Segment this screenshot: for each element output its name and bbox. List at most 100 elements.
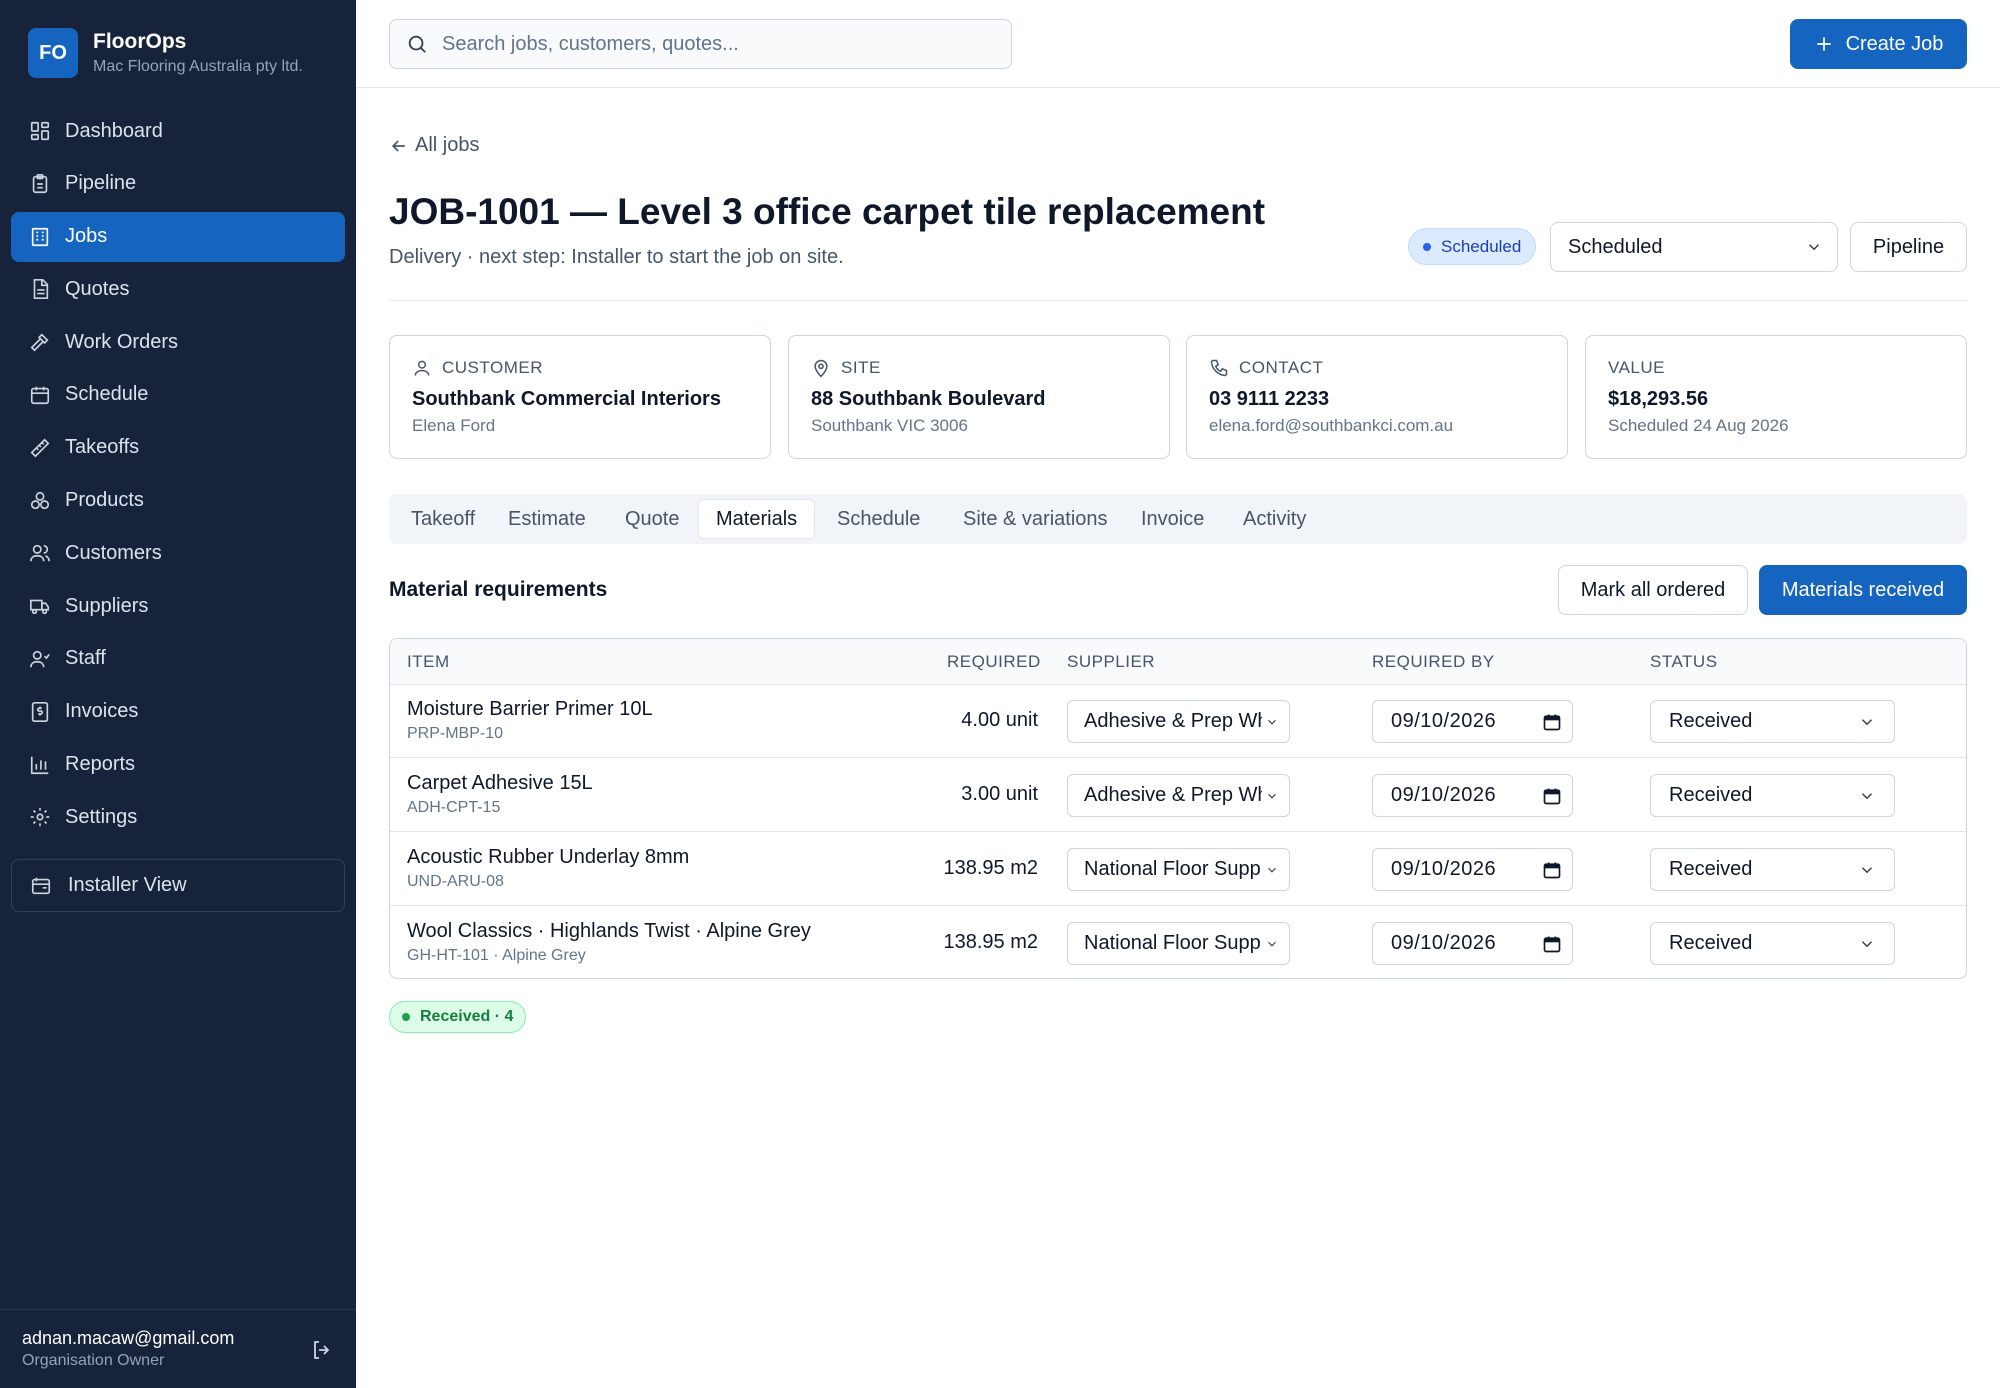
sidebar-item-label: Work Orders — [65, 330, 178, 353]
card-value: Southbank Commercial Interiors — [412, 388, 721, 410]
item-code: UND-ARU-08 — [407, 873, 504, 890]
supplier-select[interactable]: Adhesive & Prep Wh — [1067, 700, 1290, 743]
sidebar-item-staff[interactable]: Staff — [11, 634, 345, 684]
sidebar-item-takeoffs[interactable]: Takeoffs — [11, 423, 345, 473]
building-icon — [31, 227, 49, 246]
invoice-icon — [31, 701, 49, 722]
date-value: 09/10/2026 — [1391, 784, 1497, 806]
chevron-down-icon — [1268, 941, 1276, 947]
required-by-date-input[interactable]: 09/10/2026 — [1372, 922, 1573, 965]
brand: FO FloorOps Mac Flooring Australia pty l… — [28, 28, 303, 78]
sidebar-item-products[interactable]: Products — [11, 476, 345, 526]
calendar-icon[interactable] — [1542, 860, 1562, 880]
item-code: PRP-MBP-10 — [407, 725, 504, 742]
sidebar-item-customers[interactable]: Customers — [11, 528, 345, 578]
job-status-value: Scheduled — [1568, 235, 1663, 258]
job-status-select[interactable]: Scheduled — [1550, 222, 1838, 272]
sidebar-item-label: Pipeline — [65, 172, 137, 195]
required-by-date-input[interactable]: 09/10/2026 — [1372, 700, 1573, 743]
card-label: SITE — [841, 358, 881, 377]
user-icon — [414, 360, 430, 376]
sidebar-item-invoices[interactable]: Invoices — [11, 687, 345, 737]
materials-received-button[interactable]: Materials received — [1759, 565, 1967, 615]
tab-site-variations[interactable]: Site & variations — [946, 499, 1125, 539]
table-row: Moisture Barrier Primer 10L PRP-MBP-10 4… — [390, 685, 1966, 758]
installer-view-button[interactable]: Installer View — [11, 859, 345, 912]
page-subtitle: Delivery · next step: Installer to start… — [389, 246, 844, 268]
tab-activity[interactable]: Activity — [1226, 499, 1323, 539]
sidebar-item-label: Jobs — [65, 225, 108, 248]
users-icon — [30, 545, 50, 562]
sidebar-item-label: Reports — [65, 753, 136, 776]
sidebar-item-suppliers[interactable]: Suppliers — [11, 581, 345, 631]
tab-materials[interactable]: Materials — [698, 499, 816, 539]
status-select[interactable]: Received — [1650, 848, 1895, 891]
create-job-button[interactable]: Create Job — [1790, 19, 1967, 69]
sidebar-item-label: Dashboard — [65, 119, 163, 142]
arrow-left-icon — [391, 139, 405, 152]
sidebar-item-dashboard[interactable]: Dashboard — [11, 106, 345, 156]
sidebar-item-jobs[interactable]: Jobs — [11, 211, 345, 262]
calendar-icon[interactable] — [1542, 786, 1562, 806]
status-select[interactable]: Received — [1650, 922, 1895, 965]
supplier-select[interactable]: National Floor Supp — [1067, 848, 1290, 891]
item-name: Moisture Barrier Primer 10L — [407, 698, 653, 720]
mark-all-ordered-button[interactable]: Mark all ordered — [1558, 565, 1748, 615]
status-select[interactable]: Received — [1650, 774, 1895, 817]
sidebar-item-settings[interactable]: Settings — [11, 792, 345, 842]
sidebar-item-schedule[interactable]: Schedule — [11, 370, 345, 420]
calendar-icon[interactable] — [1542, 712, 1562, 732]
supplier-value: National Floor Supp — [1084, 932, 1261, 954]
tab-estimate[interactable]: Estimate — [491, 499, 603, 539]
logout-icon[interactable] — [310, 1338, 334, 1362]
main-content: All jobs JOB-1001 — Level 3 office carpe… — [356, 88, 2000, 1388]
section-title: Material requirements — [389, 578, 608, 601]
status-badge: Scheduled — [1408, 228, 1537, 265]
status-select[interactable]: Received — [1650, 700, 1895, 743]
installer-view-label: Installer View — [68, 874, 187, 896]
back-to-jobs-link[interactable]: All jobs — [389, 134, 479, 157]
pipeline-button[interactable]: Pipeline — [1850, 222, 1967, 272]
tab-schedule[interactable]: Schedule — [820, 499, 937, 539]
search-input[interactable] — [442, 32, 982, 56]
installer-icon — [31, 877, 51, 894]
chevron-down-icon — [1268, 867, 1276, 873]
search-box[interactable] — [389, 19, 1012, 69]
required-qty: 4.00 unit — [961, 709, 1038, 731]
sidebar-item-quotes[interactable]: Quotes — [11, 264, 345, 314]
sidebar-item-label: Quotes — [65, 277, 130, 300]
card-label: CUSTOMER — [442, 358, 543, 377]
table-row: Carpet Adhesive 15L ADH-CPT-15 3.00 unit… — [390, 759, 1966, 832]
card-value: 88 Southbank Boulevard — [811, 388, 1046, 410]
sidebar-item-reports[interactable]: Reports — [11, 740, 345, 790]
create-job-label: Create Job — [1845, 32, 1944, 55]
card-label: VALUE — [1608, 358, 1665, 377]
user-panel: adnan.macaw@gmail.com Organisation Owner — [0, 1309, 356, 1388]
status-value: Received — [1669, 710, 1753, 732]
status-badge-label: Scheduled — [1441, 236, 1522, 256]
card-sub: Scheduled 24 Aug 2026 — [1608, 416, 1789, 435]
column-header-status: STATUS — [1650, 652, 1718, 671]
tab-quote[interactable]: Quote — [608, 499, 696, 539]
chevron-down-icon — [1808, 244, 1820, 251]
column-header-required-by: REQUIRED BY — [1372, 652, 1495, 671]
job-tabs: Takeoff Estimate Quote Materials Schedul… — [389, 494, 1967, 544]
item-code: ADH-CPT-15 — [407, 799, 501, 816]
sidebar-nav: Dashboard Pipeline Jobs Quotes Work Orde… — [11, 106, 345, 845]
search-icon — [408, 35, 426, 53]
sidebar-item-work-orders[interactable]: Work Orders — [11, 317, 345, 367]
sidebar-item-label: Suppliers — [65, 594, 149, 617]
item-code: GH-HT-101 · Alpine Grey — [407, 947, 586, 964]
tab-takeoff[interactable]: Takeoff — [394, 499, 492, 539]
supplier-select[interactable]: National Floor Supp — [1067, 922, 1290, 965]
calendar-icon[interactable] — [1542, 934, 1562, 954]
supplier-value: National Floor Supp — [1084, 858, 1261, 880]
required-by-date-input[interactable]: 09/10/2026 — [1372, 774, 1573, 817]
sidebar-item-pipeline[interactable]: Pipeline — [11, 159, 345, 209]
tab-invoice[interactable]: Invoice — [1124, 499, 1221, 539]
status-value: Received — [1669, 784, 1753, 806]
required-by-date-input[interactable]: 09/10/2026 — [1372, 848, 1573, 891]
supplier-select[interactable]: Adhesive & Prep Wh — [1067, 774, 1290, 817]
required-qty: 138.95 m2 — [943, 857, 1038, 879]
sidebar-item-label: Invoices — [65, 700, 139, 723]
